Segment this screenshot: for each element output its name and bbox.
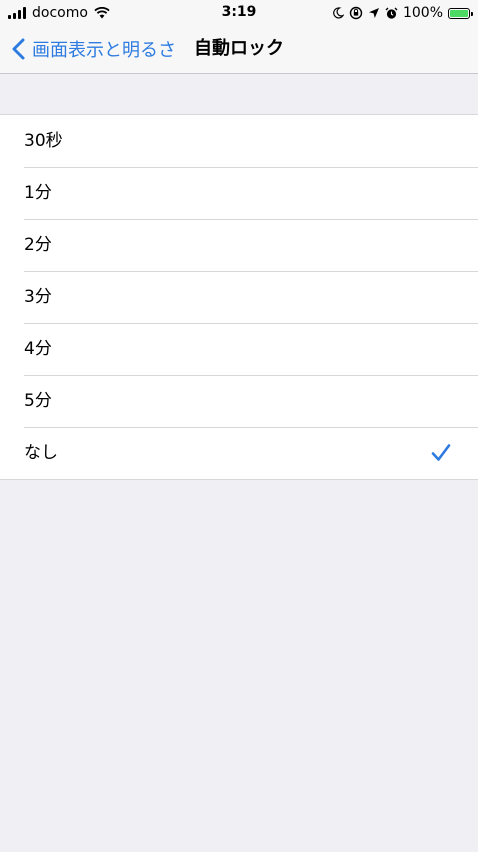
option-row-4min[interactable]: 4分 (0, 323, 478, 375)
moon-icon (333, 7, 344, 19)
battery-icon (448, 7, 473, 19)
option-row-1min[interactable]: 1分 (0, 167, 478, 219)
chevron-left-icon (12, 38, 25, 60)
back-label: 画面表示と明るさ (32, 40, 176, 61)
option-label: 4分 (24, 339, 52, 359)
option-label: 3分 (24, 287, 52, 307)
option-row-never[interactable]: なし (0, 427, 478, 479)
battery-percent: 100% (402, 5, 443, 21)
option-label: 5分 (24, 391, 52, 411)
navigation-bar: 画面表示と明るさ 自動ロック (0, 26, 478, 74)
option-row-2min[interactable]: 2分 (0, 219, 478, 271)
orientation-lock-icon (349, 6, 363, 20)
option-row-30s[interactable]: 30秒 (0, 115, 478, 167)
option-label: 30秒 (24, 131, 63, 151)
location-arrow-icon (368, 8, 379, 18)
alarm-icon (385, 7, 398, 19)
auto-lock-options-list: 30秒 1分 2分 3分 4分 5分 なし (0, 114, 478, 480)
option-label: なし (24, 443, 58, 463)
option-row-3min[interactable]: 3分 (0, 271, 478, 323)
page-title: 自動ロック (194, 38, 284, 59)
option-label: 1分 (24, 183, 52, 203)
battery-level (450, 9, 468, 17)
option-row-5min[interactable]: 5分 (0, 375, 478, 427)
checkmark-icon (431, 444, 451, 461)
back-button[interactable]: 画面表示と明るさ (10, 26, 176, 72)
option-label: 2分 (24, 235, 52, 255)
status-bar: docomo 3:19 100% (0, 0, 478, 26)
status-right: 100% (332, 4, 473, 22)
